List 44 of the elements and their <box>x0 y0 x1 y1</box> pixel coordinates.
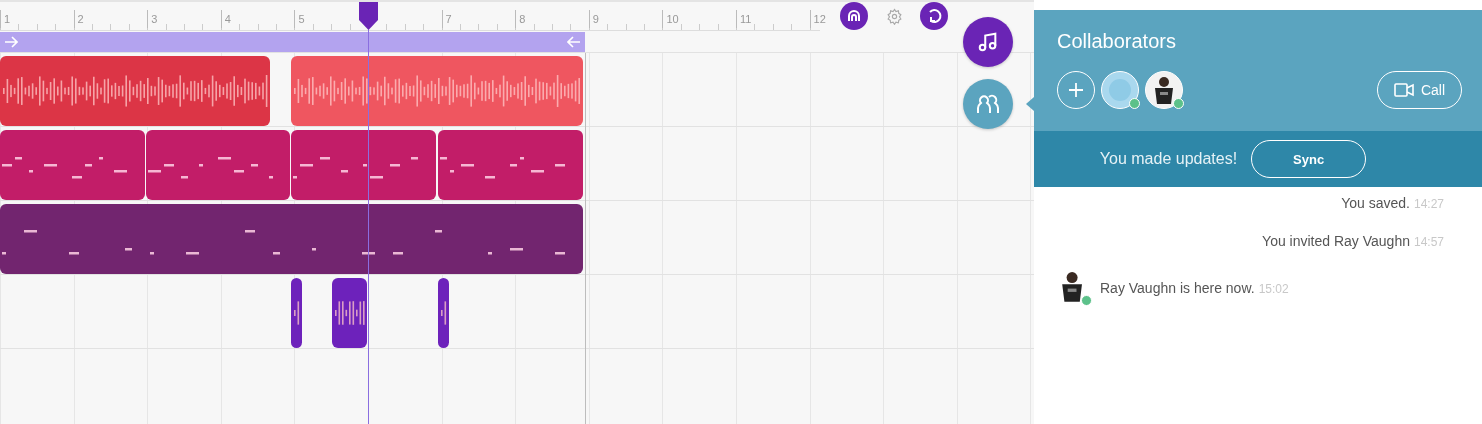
bar-number: 10 <box>662 9 679 28</box>
headphones-icon <box>846 8 862 24</box>
video-camera-icon <box>1393 83 1414 97</box>
bar-number: 3 <box>147 9 158 28</box>
person-figure-icon <box>1153 76 1175 104</box>
midi-clip[interactable] <box>291 130 436 200</box>
audio-clip[interactable] <box>438 278 449 348</box>
audio-clip[interactable] <box>291 56 583 126</box>
waveform-drawing <box>335 301 365 325</box>
audio-clip[interactable] <box>291 278 302 348</box>
headphones-button[interactable] <box>840 2 868 30</box>
arrow-right-icon <box>4 36 18 48</box>
bar-number: 4 <box>220 9 231 28</box>
playhead-handle[interactable] <box>358 2 379 30</box>
bar-number: 7 <box>441 9 452 28</box>
bar-number: 5 <box>294 9 305 28</box>
bar-number: 1 <box>0 9 11 28</box>
panel-title: Collaborators <box>1057 30 1177 53</box>
update-notice: You made updates! <box>1099 150 1238 168</box>
bar-number: 8 <box>515 9 526 28</box>
avatar[interactable] <box>1145 71 1183 109</box>
waveform-drawing <box>441 301 447 325</box>
waveform-drawing <box>294 301 300 325</box>
loop-button[interactable] <box>920 2 948 30</box>
audio-clip[interactable] <box>0 56 270 126</box>
person-figure-icon <box>1060 271 1085 302</box>
plus-icon <box>1068 82 1084 98</box>
avatar-ring-icon <box>1108 78 1132 102</box>
instruments-button[interactable] <box>963 17 1013 67</box>
bar-number: 9 <box>588 9 599 28</box>
music-note-icon <box>977 31 999 53</box>
collaborators-button[interactable] <box>963 79 1013 129</box>
midi-clip[interactable] <box>0 204 583 274</box>
midi-clip[interactable] <box>438 130 583 200</box>
loop-icon <box>926 8 942 24</box>
people-icon <box>976 93 1000 115</box>
bar-number: 12 <box>809 9 826 28</box>
arrow-left-icon <box>567 36 581 48</box>
audio-clip[interactable] <box>332 278 367 348</box>
midi-clip[interactable] <box>0 130 145 200</box>
bar-number: 2 <box>73 9 84 28</box>
settings-icon <box>885 7 903 25</box>
midi-clip[interactable] <box>146 130 290 200</box>
bar-number: 11 <box>736 9 752 28</box>
